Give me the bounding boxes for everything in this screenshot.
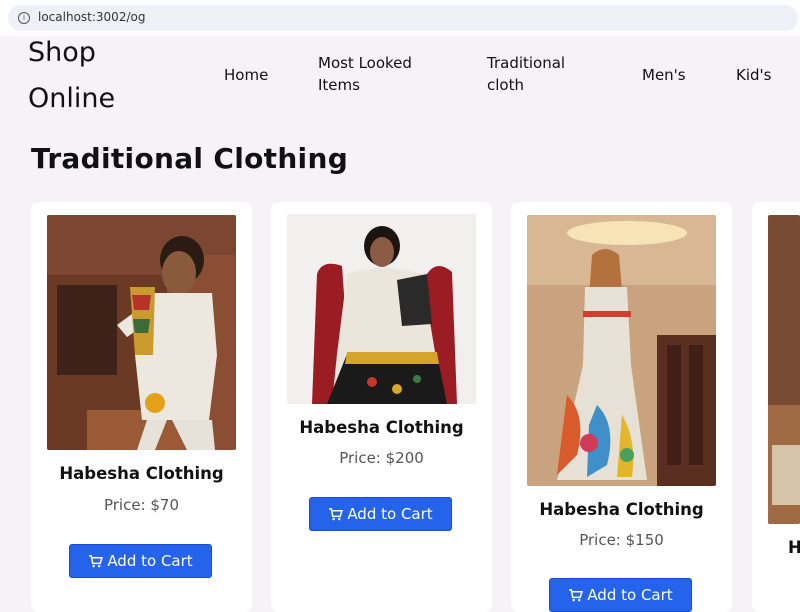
add-to-cart-button[interactable]: Add to Cart <box>549 578 692 612</box>
logo-line-1: Shop <box>28 37 96 68</box>
cart-icon <box>329 507 344 520</box>
nav-kids[interactable]: Kid's <box>736 64 771 86</box>
product-price: Price: $150 <box>579 531 664 549</box>
add-to-cart-label: Add to Cart <box>107 552 193 570</box>
site-logo[interactable]: Shop Online <box>28 30 158 122</box>
nav-most-looked-label-2: Items <box>318 76 360 94</box>
cart-icon <box>89 554 104 567</box>
nav-most-looked-items[interactable]: Most Looked Items <box>318 52 412 96</box>
url-field[interactable]: i localhost:3002/og <box>8 5 798 31</box>
nav-traditional-cloth[interactable]: Traditional cloth <box>487 52 565 96</box>
page-title: Traditional Clothing <box>31 142 349 175</box>
logo-line-2: Online <box>28 83 116 114</box>
nav-most-looked-label-1: Most Looked <box>318 54 412 72</box>
product-card: Habesha Clothing <box>752 202 800 612</box>
product-image[interactable] <box>768 215 800 524</box>
url-text[interactable]: localhost:3002/og <box>38 10 145 24</box>
product-card: Habesha Clothing Price: $200 Add to Cart <box>271 202 492 612</box>
nav-mens[interactable]: Men's <box>642 64 686 86</box>
product-name: Habesha Clothing <box>59 464 224 483</box>
product-name: Habesha Clothing <box>299 418 464 437</box>
product-name: Habesha Clothing <box>788 538 800 557</box>
product-image[interactable] <box>527 215 716 486</box>
add-to-cart-label: Add to Cart <box>347 505 433 523</box>
product-image[interactable] <box>47 215 236 450</box>
product-name: Habesha Clothing <box>539 500 704 519</box>
product-card: Habesha Clothing Price: $150 Add to Cart <box>511 202 732 612</box>
product-card: Habesha Clothing Price: $70 Add to Cart <box>31 202 252 612</box>
product-image[interactable] <box>287 214 476 404</box>
add-to-cart-label: Add to Cart <box>587 586 673 604</box>
nav-home[interactable]: Home <box>224 64 268 86</box>
nav-traditional-label-2: cloth <box>487 76 524 94</box>
add-to-cart-button[interactable]: Add to Cart <box>69 544 212 578</box>
product-price: Price: $70 <box>103 496 180 514</box>
add-to-cart-button[interactable]: Add to Cart <box>309 497 452 531</box>
nav-traditional-label-1: Traditional <box>487 54 566 72</box>
product-price: Price: $200 <box>339 449 424 467</box>
info-icon[interactable]: i <box>18 12 30 24</box>
